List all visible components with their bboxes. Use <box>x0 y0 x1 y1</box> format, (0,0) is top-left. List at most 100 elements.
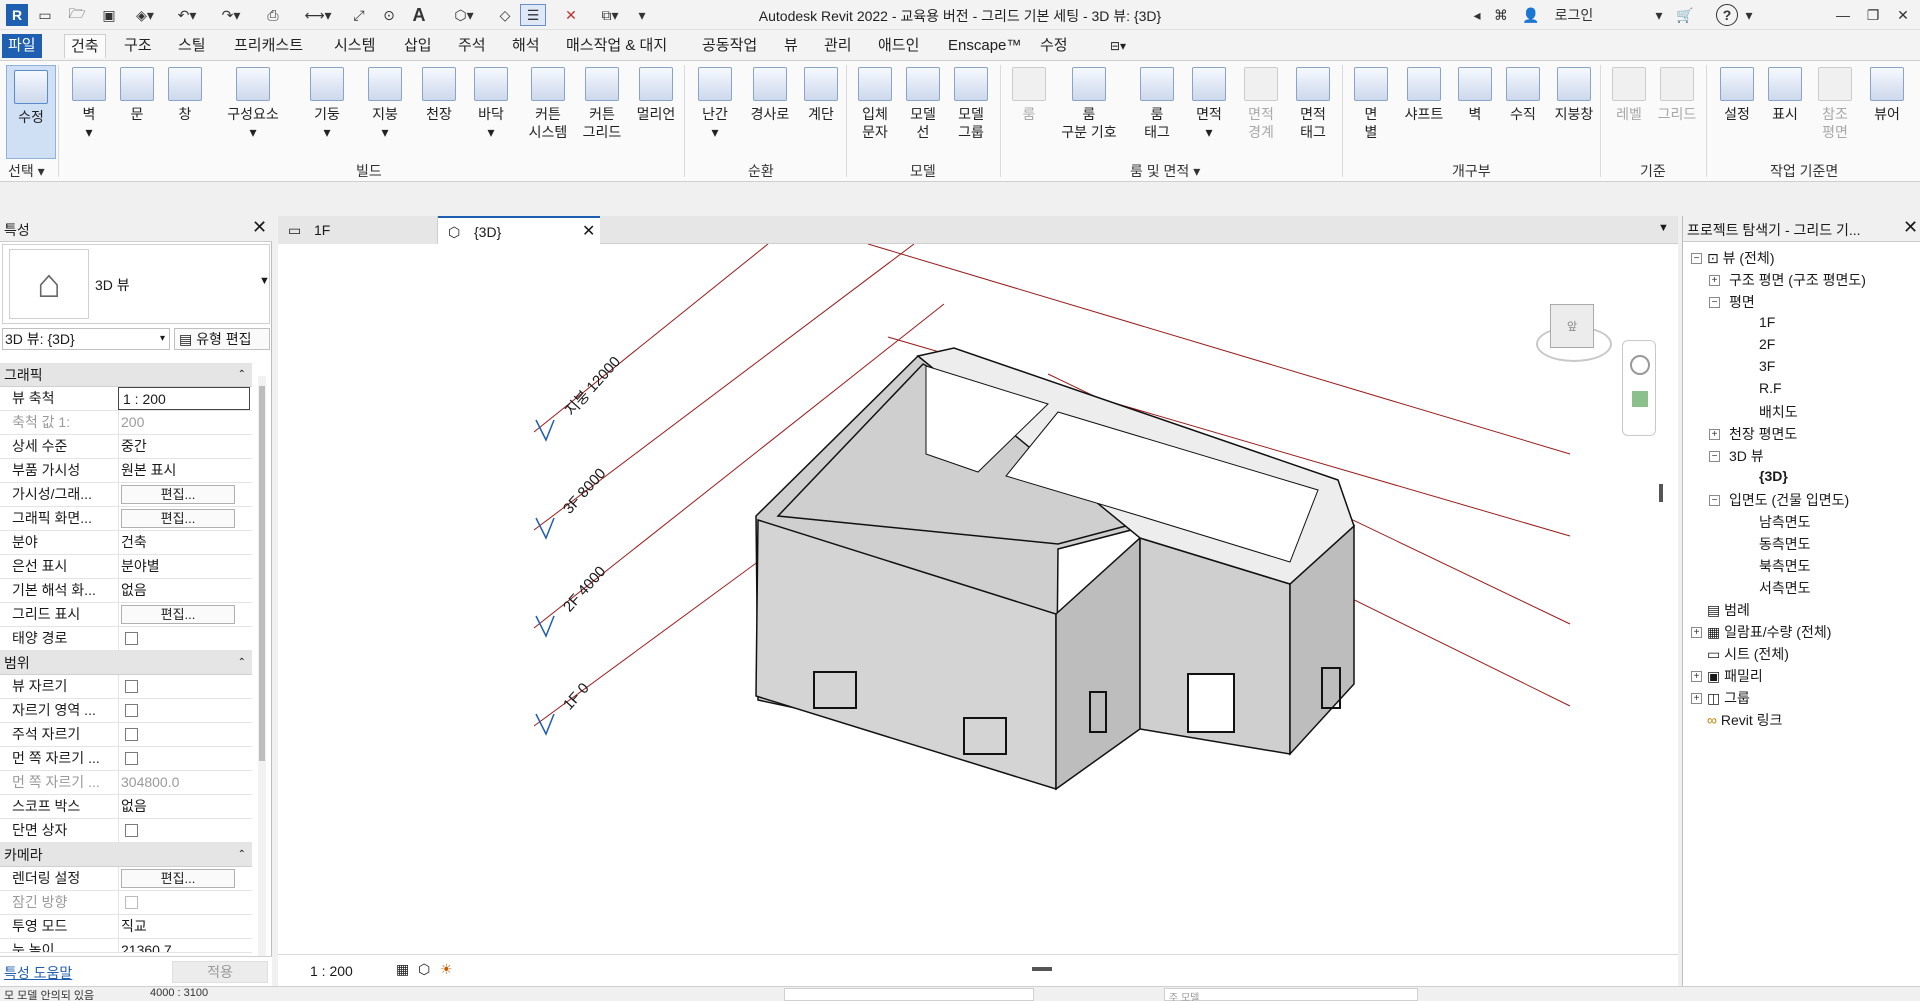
detail-level-icon[interactable]: ▦ <box>396 961 409 978</box>
binoculars-icon[interactable]: ⌘ <box>1490 4 1512 26</box>
navigation-bar[interactable] <box>1622 340 1656 436</box>
area-boundary-button[interactable]: 면적 경계 <box>1236 67 1286 141</box>
status-field[interactable] <box>784 988 1034 1001</box>
column-button[interactable]: 기둥 ▾ <box>302 67 352 141</box>
room-separator-button[interactable]: 룸 구분 기호 <box>1054 67 1124 141</box>
prop-annotation-crop[interactable]: 주석 자르기 <box>0 723 252 747</box>
expand-icon[interactable]: + <box>1709 275 1720 286</box>
room-button[interactable]: 룸 <box>1004 67 1054 123</box>
tree-3d-views[interactable]: 3D 뷰 <box>1729 446 1764 466</box>
restore-icon[interactable]: ❐ <box>1862 4 1884 26</box>
edit-button[interactable]: 편집... <box>121 509 235 528</box>
tree-legends[interactable]: ▤ 범례 <box>1707 600 1750 620</box>
ceiling-button[interactable]: 천장 <box>414 67 464 123</box>
tree-views-all[interactable]: ⊡ 뷰 (전체) <box>1707 248 1774 268</box>
tree-schedules[interactable]: ▦ 일람표/수량 (전체) <box>1707 622 1831 642</box>
tree-structural-plans[interactable]: 구조 평면 (구조 평면도) <box>1729 270 1866 290</box>
browser-close-icon[interactable]: ✕ <box>1903 217 1918 238</box>
help-dropdown-icon[interactable]: ▾ <box>1742 4 1756 26</box>
tab-insert[interactable]: 삽입 <box>398 34 438 58</box>
crop-region-checkbox[interactable] <box>125 704 138 717</box>
prop-scope-box[interactable]: 스코프 박스 없음 <box>0 795 252 819</box>
tree-floor-plans[interactable]: 평면 <box>1729 292 1755 312</box>
collapse-icon[interactable]: − <box>1709 297 1720 308</box>
wall-button[interactable]: 벽 ▾ <box>64 67 114 141</box>
crop-view-checkbox[interactable] <box>125 680 138 693</box>
view-tab-3d[interactable]: ⬡ {3D} ✕ <box>438 216 600 244</box>
edit-button[interactable]: 편집... <box>121 605 235 624</box>
3d-view-canvas[interactable]: 지붕 12000 3F 8000 2F 4000 1F 0 앞 <box>278 244 1678 954</box>
cart-icon[interactable]: 🛒 <box>1674 4 1696 26</box>
prop-crop-region[interactable]: 자르기 영역 ... <box>0 699 252 723</box>
area-tag-button[interactable]: 면적 태그 <box>1288 67 1338 141</box>
tree-item-3f[interactable]: 3F <box>1759 358 1775 374</box>
prop-visibility-graphics[interactable]: 가시성/그래... 편집... <box>0 483 252 507</box>
type-dropdown-icon[interactable]: ▼ <box>259 275 270 287</box>
section-box-checkbox[interactable] <box>125 824 138 837</box>
tab-steel[interactable]: 스틸 <box>172 34 212 58</box>
section-graphics[interactable]: 그래픽 ⌃ <box>0 363 252 387</box>
ramp-button[interactable]: 경사로 <box>742 67 798 123</box>
section-extents[interactable]: 범위 ⌃ <box>0 651 252 675</box>
group-room-area[interactable]: 룸 및 면적 ▾ <box>1130 161 1200 181</box>
tab-close-icon[interactable]: ✕ <box>582 218 595 246</box>
room-tag-button[interactable]: 룸 태그 <box>1132 67 1182 141</box>
prop-discipline[interactable]: 분야 건축 <box>0 531 252 555</box>
wall-opening-button[interactable]: 벽 <box>1450 67 1500 123</box>
prop-detail-level[interactable]: 상세 수준 중간 <box>0 435 252 459</box>
curtain-grid-button[interactable]: 커튼 그리드 <box>574 67 630 141</box>
mullion-button[interactable]: 멀리언 <box>628 67 684 123</box>
edit-button[interactable]: 편집... <box>121 869 235 888</box>
model-selector[interactable]: 주 모델 <box>1164 988 1418 1001</box>
floor-button[interactable]: 바닥 ▾ <box>466 67 516 141</box>
prop-view-scale[interactable]: 뷰 축척 1 : 200 <box>0 387 252 411</box>
set-workplane-button[interactable]: 설정 <box>1712 67 1762 123</box>
tab-annotate[interactable]: 주석 <box>452 34 492 58</box>
show-workplane-button[interactable]: 표시 <box>1760 67 1810 123</box>
prop-grid-display[interactable]: 그리드 표시 편집... <box>0 603 252 627</box>
minimize-icon[interactable]: — <box>1832 4 1854 26</box>
far-clip-checkbox[interactable] <box>125 752 138 765</box>
tree-revit-links[interactable]: ∞ Revit 링크 <box>1707 710 1782 730</box>
railing-button[interactable]: 난간 ▾ <box>690 67 740 141</box>
vertical-opening-button[interactable]: 수직 <box>1498 67 1548 123</box>
view-cube-face[interactable]: 앞 <box>1550 304 1594 348</box>
tree-elevations[interactable]: 입면도 (건물 입면도) <box>1729 490 1849 510</box>
model-text-button[interactable]: 입체 문자 <box>850 67 900 141</box>
prop-far-clip[interactable]: 먼 쪽 자르기 ... <box>0 747 252 771</box>
apply-button[interactable]: 적용 <box>172 961 268 983</box>
tab-massing-site[interactable]: 매스작업 & 대지 <box>560 34 673 58</box>
zoom-icon[interactable] <box>1632 391 1648 407</box>
component-button[interactable]: 구성요소 ▾ <box>218 67 288 141</box>
tree-item-east[interactable]: 동측면도 <box>1759 534 1811 554</box>
shaft-button[interactable]: 샤프트 <box>1396 67 1452 123</box>
properties-help-link[interactable]: 특성 도움말 <box>4 963 72 983</box>
properties-close-icon[interactable]: ✕ <box>252 217 267 238</box>
horizontal-scroll-handle[interactable] <box>1032 967 1052 971</box>
tree-item-3d[interactable]: {3D} <box>1759 468 1788 484</box>
curtain-system-button[interactable]: 커튼 시스템 <box>520 67 576 141</box>
roof-button[interactable]: 지붕 ▾ <box>360 67 410 141</box>
prop-projection-mode[interactable]: 투영 모드 직교 <box>0 915 252 939</box>
tree-groups[interactable]: ◫ 그룹 <box>1707 688 1750 708</box>
prop-crop-view[interactable]: 뷰 자르기 <box>0 675 252 699</box>
ref-plane-button[interactable]: 참조 평면 <box>1810 67 1860 141</box>
visual-style-icon[interactable]: ⬡ <box>418 961 430 978</box>
back-arrow-icon[interactable]: ◂ <box>1470 4 1484 26</box>
model-line-button[interactable]: 모델 선 <box>898 67 948 141</box>
tab-addins[interactable]: 애드인 <box>872 34 925 58</box>
type-selector[interactable]: ⌂ 3D 뷰 ▼ <box>2 244 270 324</box>
level-button[interactable]: 레벨 <box>1604 67 1654 123</box>
tree-item-site-plan[interactable]: 배치도 <box>1759 402 1798 422</box>
prop-parts-visibility[interactable]: 부품 가시성 원본 표시 <box>0 459 252 483</box>
modify-button[interactable]: 수정 <box>6 65 56 159</box>
door-button[interactable]: 문 <box>112 67 162 123</box>
tabs-dropdown-icon[interactable]: ▼ <box>1658 222 1669 234</box>
prop-eye-elevation[interactable]: 눈 높이 21360.7 <box>0 939 252 953</box>
annotation-crop-checkbox[interactable] <box>125 728 138 741</box>
prop-hidden-lines[interactable]: 은선 표시 분야별 <box>0 555 252 579</box>
expand-icon[interactable]: + <box>1691 627 1702 638</box>
tab-modify[interactable]: 수정 <box>1034 34 1074 58</box>
tree-item-south[interactable]: 남측면도 <box>1759 512 1811 532</box>
tab-file[interactable]: 파일 <box>2 34 42 58</box>
